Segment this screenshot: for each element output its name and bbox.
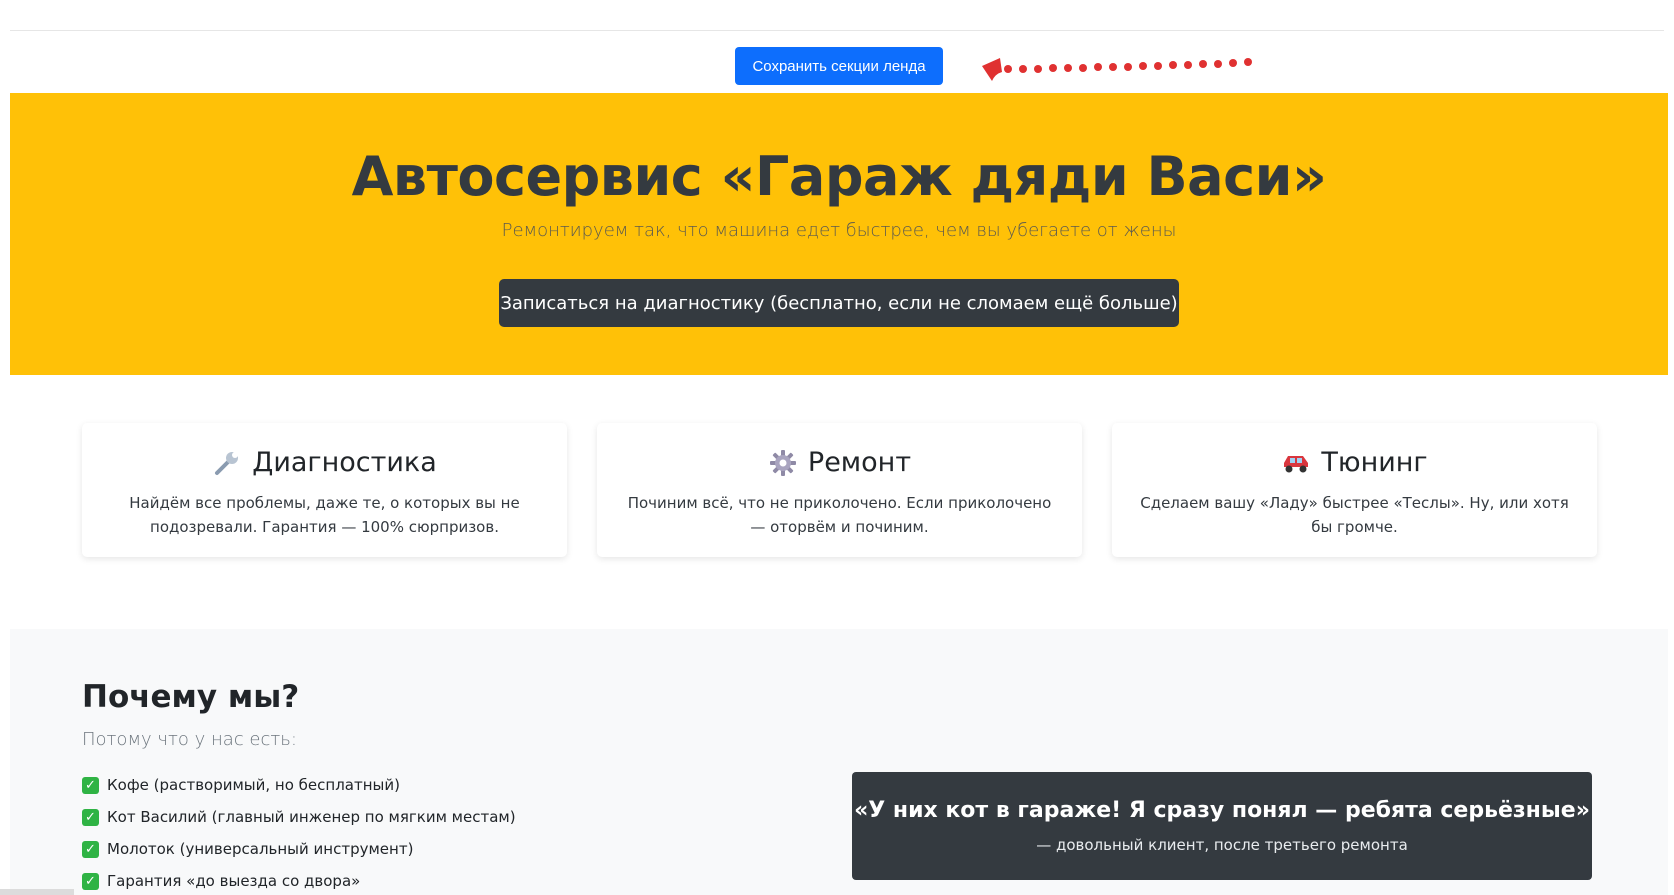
service-card-repair: Ремонт Починим всё, что не приколочено. … [597,423,1082,557]
hero-section: Автосервис «Гараж дяди Васи» Ремонтируем… [10,93,1668,375]
gear-icon [768,448,798,478]
check-icon: ✓ [82,840,99,858]
hero-title: Автосервис «Гараж дяди Васи» [351,145,1327,208]
service-card-text: Найдём все проблемы, даже те, о которых … [129,494,520,536]
wrench-icon [212,448,242,478]
list-item: ✓ Гарантия «до выезда со двора» [82,865,516,895]
benefits-list: ✓ Кофе (растворимый, но бесплатный) ✓ Ко… [82,769,516,895]
why-us-subtitle: Потому что у нас есть: [82,729,297,750]
check-icon: ✓ [82,776,99,794]
annotation-arrow-icon [982,58,1252,81]
service-card-text: Починим всё, что не приколочено. Если пр… [627,494,1052,536]
check-icon: ✓ [82,872,99,890]
testimonial-quote: «У них кот в гараже! Я сразу понял — реб… [852,772,1592,880]
check-icon: ✓ [82,808,99,826]
service-card-title: Диагностика [82,447,567,478]
top-divider [10,30,1664,31]
hero-subtitle: Ремонтируем так, что машина едет быстрее… [501,220,1177,241]
save-sections-button[interactable]: Сохранить секции ленда [735,47,943,85]
why-us-title: Почему мы? [82,679,300,715]
car-icon [1281,448,1311,478]
list-item-text: Молоток (универсальный инструмент) [107,840,414,858]
service-title-text: Диагностика [252,447,437,478]
list-item: ✓ Кофе (растворимый, но бесплатный) [82,769,516,801]
service-card-diagnostics: Диагностика Найдём все проблемы, даже те… [82,423,567,557]
service-card-tuning: Тюнинг Сделаем вашу «Ладу» быстрее «Тесл… [1112,423,1597,557]
list-item: ✓ Кот Василий (главный инженер по мягким… [82,801,516,833]
service-card-title: Ремонт [597,447,1082,478]
list-item-text: Кот Василий (главный инженер по мягким м… [107,808,516,826]
quote-text: «У них кот в гараже! Я сразу понял — реб… [854,798,1590,823]
list-item-text: Кофе (растворимый, но бесплатный) [107,776,400,794]
horizontal-scrollbar[interactable] [0,889,74,895]
service-title-text: Ремонт [807,447,912,478]
book-diagnostics-button[interactable]: Записаться на диагностику (бесплатно, ес… [499,279,1179,327]
list-item-text: Гарантия «до выезда со двора» [107,872,361,890]
service-card-text: Сделаем вашу «Ладу» быстрее «Теслы». Ну,… [1140,494,1569,536]
list-item: ✓ Молоток (универсальный инструмент) [82,833,516,865]
why-us-section: Почему мы? Потому что у нас есть: ✓ Кофе… [10,629,1668,895]
quote-author: — довольный клиент, после третьего ремон… [1036,836,1408,854]
service-card-title: Тюнинг [1112,447,1597,478]
services-section: Диагностика Найдём все проблемы, даже те… [82,423,1597,557]
service-title-text: Тюнинг [1321,447,1428,478]
